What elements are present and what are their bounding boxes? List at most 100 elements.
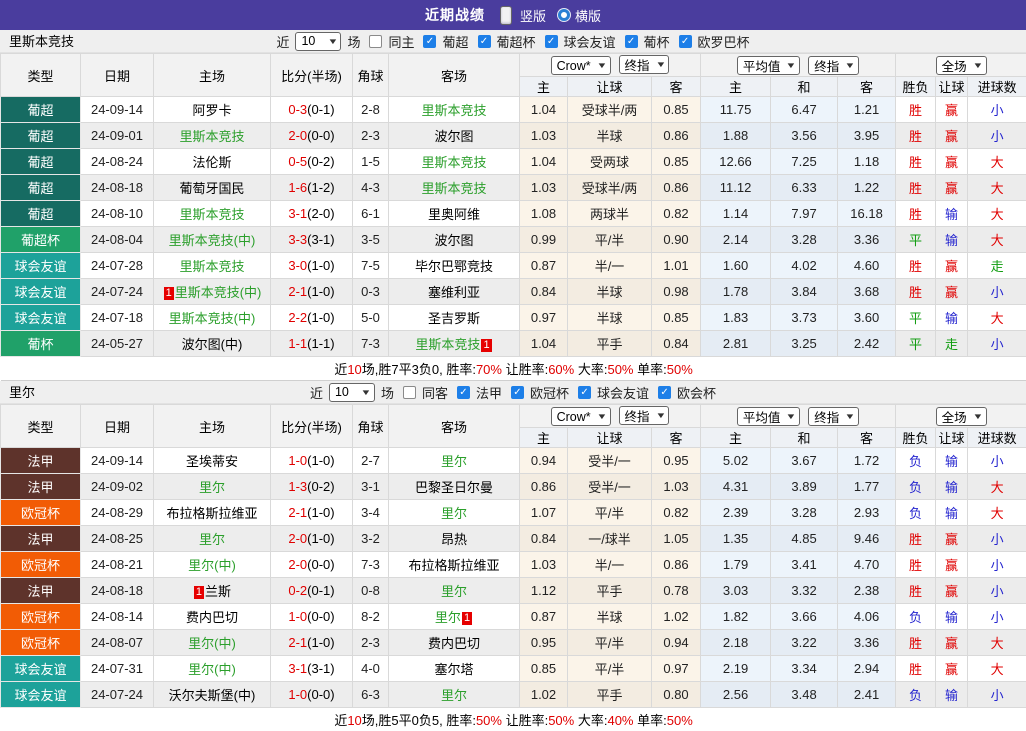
header-row-groups: 类型日期主场比分(半场)角球客场Crow*▼终指▼平均值▼终指▼全场▼: [1, 405, 1026, 428]
league-filter[interactable]: ✓葡超: [417, 32, 468, 51]
crow-away-odds: 0.84: [652, 331, 701, 357]
summary-text: 场,胜7平3负0, 胜率:: [362, 362, 476, 377]
avg-away-odds: 3.36: [838, 227, 896, 253]
crow-handicap: 半球: [568, 305, 652, 331]
crow-home-odds: 0.97: [520, 305, 568, 331]
away-team-name: 波尔图: [434, 129, 473, 144]
crow-handicap: 受半/一: [568, 474, 652, 500]
league-filter[interactable]: ✓法甲: [451, 383, 502, 402]
avg-draw-odds: 3.67: [771, 448, 838, 474]
halftime-score: (1-0): [307, 258, 334, 273]
result-wdl: 胜: [896, 149, 936, 175]
home-team: 里尔(中): [154, 552, 271, 578]
league-filter[interactable]: ✓球会友谊: [539, 32, 616, 51]
match-row: 法甲24-08-181兰斯0-2(0-1)0-8里尔1.12平手0.783.03…: [1, 578, 1026, 604]
crow-away-odds: 0.78: [652, 578, 701, 604]
away-team: 里斯本竞技: [389, 175, 520, 201]
odds-group-header: Crow*▼ 终指▼: [520, 54, 701, 77]
chevron-down-icon: ▼: [972, 61, 983, 70]
header-row-groups: 类型日期主场比分(半场)角球客场Crow*▼终指▼平均值▼终指▼全场▼: [1, 54, 1026, 77]
summary-text: 场,胜5平0负5, 胜率:: [362, 713, 476, 728]
league-checkbox[interactable]: ✓: [545, 35, 558, 48]
score: 3-0(1-0): [271, 253, 353, 279]
home-team: 1兰斯: [154, 578, 271, 604]
crow-home-odds: 0.87: [520, 604, 568, 630]
crow-away-odds: 0.95: [652, 448, 701, 474]
result-goals: 大: [968, 305, 1026, 331]
layout-radio-label: 横版: [575, 6, 601, 25]
same-venue-filter[interactable]: 同主: [363, 32, 414, 51]
result-wdl: 胜: [896, 201, 936, 227]
league-filter[interactable]: ✓球会友谊: [572, 383, 649, 402]
match-date: 24-08-07: [81, 630, 154, 656]
summary-text: 50%: [667, 362, 693, 377]
col-header: 日期: [81, 54, 154, 97]
fullmatch-select-value: 全场: [942, 407, 967, 426]
crow-odds-select[interactable]: Crow*▼: [551, 56, 611, 75]
avg-odds-select[interactable]: 平均值▼: [737, 56, 800, 75]
league-filter[interactable]: ✓欧冠杯: [505, 383, 569, 402]
corners: 0-8: [353, 578, 389, 604]
league-badge: 球会友谊: [1, 253, 81, 279]
fullmatch-select[interactable]: 全场▼: [936, 407, 987, 426]
same-venue-label: 同主: [388, 32, 414, 51]
league-checkbox[interactable]: ✓: [578, 386, 591, 399]
league-filter[interactable]: ✓欧罗巴杯: [673, 32, 750, 51]
games-label: 场: [347, 32, 360, 51]
layout-radio-1[interactable]: 竖版: [497, 6, 546, 25]
corners: 6-1: [353, 201, 389, 227]
avg-final-select[interactable]: 终指▼: [808, 407, 859, 426]
same-venue-filter[interactable]: 同客: [397, 383, 448, 402]
fulltime-score: 1-3: [288, 479, 307, 494]
crow-final-select[interactable]: 终指▼: [619, 55, 670, 74]
league-filter[interactable]: ✓葡超杯: [472, 32, 536, 51]
result-handicap: 输: [936, 474, 968, 500]
same-venue-checkbox[interactable]: [369, 35, 382, 48]
crow-home-odds: 0.94: [520, 448, 568, 474]
sub-col-header: 主: [701, 77, 771, 97]
col-header: 类型: [1, 405, 81, 448]
league-checkbox[interactable]: ✓: [658, 386, 671, 399]
crow-away-odds: 0.97: [652, 656, 701, 682]
away-team-name: 圣吉罗斯: [428, 311, 480, 326]
away-team: 里奥阿维: [389, 201, 520, 227]
near-label: 近: [276, 32, 289, 51]
fullmatch-select[interactable]: 全场▼: [936, 56, 987, 75]
away-team: 里尔: [389, 578, 520, 604]
league-checkbox[interactable]: ✓: [478, 35, 491, 48]
crow-handicap: 平手: [568, 578, 652, 604]
avg-home-odds: 2.18: [701, 630, 771, 656]
fulltime-score: 0-3: [288, 102, 307, 117]
league-filter[interactable]: ✓欧会杯: [652, 383, 716, 402]
home-team-name: 布拉格斯拉维亚: [166, 506, 257, 521]
avg-final-select[interactable]: 终指▼: [808, 56, 859, 75]
corners: 7-3: [353, 552, 389, 578]
odds-group-header: 全场▼: [896, 54, 1026, 77]
result-wdl: 胜: [896, 97, 936, 123]
crow-home-odds: 0.99: [520, 227, 568, 253]
match-count-select[interactable]: 10▼: [329, 383, 375, 402]
crow-final-select[interactable]: 终指▼: [619, 406, 670, 425]
match-count-select[interactable]: 10▼: [295, 32, 341, 51]
home-team: 布拉格斯拉维亚: [154, 500, 271, 526]
league-checkbox[interactable]: ✓: [679, 35, 692, 48]
halftime-score: (3-1): [307, 661, 334, 676]
away-team-name: 里尔: [441, 506, 467, 521]
crow-away-odds: 0.94: [652, 630, 701, 656]
match-count-select-value: 10: [301, 34, 315, 48]
corners: 3-1: [353, 474, 389, 500]
league-checkbox[interactable]: ✓: [423, 35, 436, 48]
league-checkbox[interactable]: ✓: [457, 386, 470, 399]
crow-odds-select[interactable]: Crow*▼: [551, 407, 611, 426]
league-checkbox[interactable]: ✓: [625, 35, 638, 48]
corners: 0-3: [353, 279, 389, 305]
result-wdl: 平: [896, 227, 936, 253]
league-filter[interactable]: ✓葡杯: [619, 32, 670, 51]
same-venue-checkbox[interactable]: [403, 386, 416, 399]
result-goals: 小: [968, 578, 1026, 604]
layout-radio-2[interactable]: 横版: [558, 6, 601, 25]
league-checkbox[interactable]: ✓: [511, 386, 524, 399]
match-row: 球会友谊24-07-241里斯本竞技(中)2-1(1-0)0-3塞维利亚0.84…: [1, 279, 1026, 305]
avg-odds-select[interactable]: 平均值▼: [737, 407, 800, 426]
halftime-score: (2-0): [307, 206, 334, 221]
